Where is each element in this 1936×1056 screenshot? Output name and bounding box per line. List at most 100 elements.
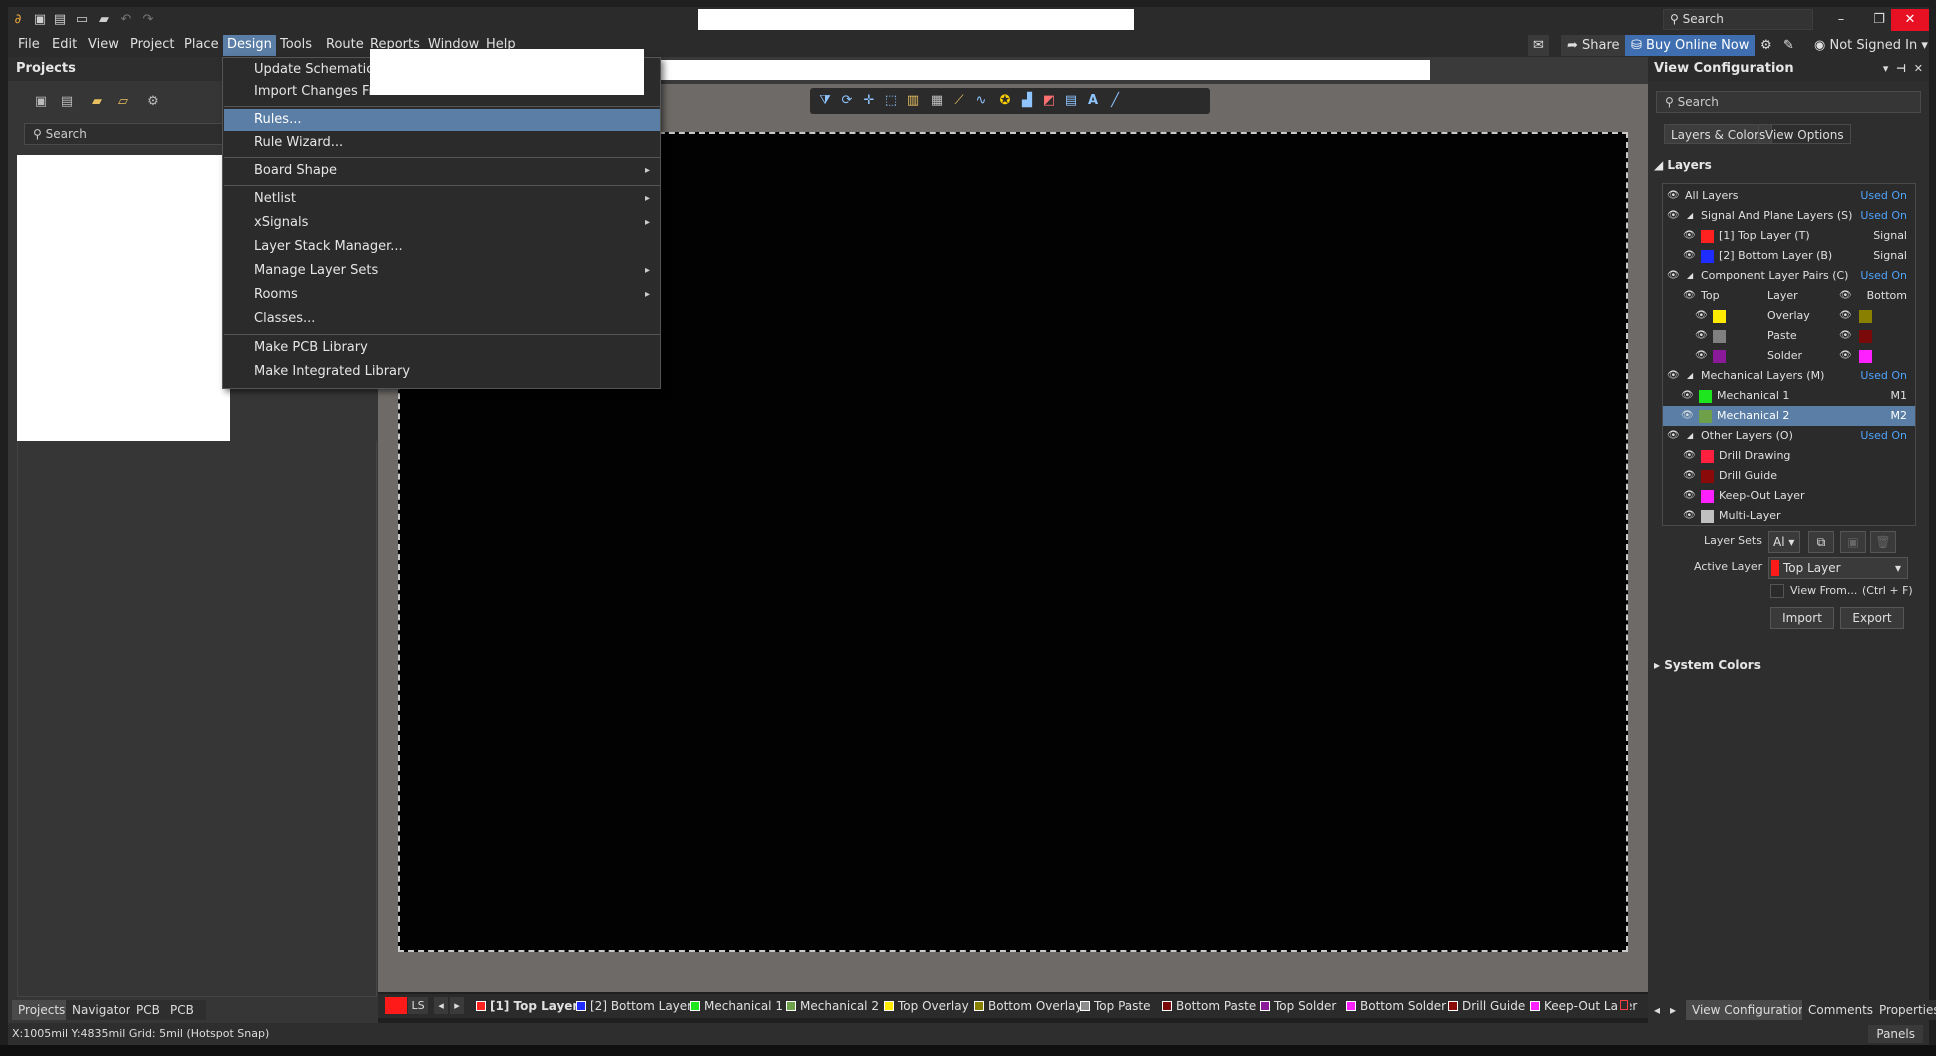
close-button[interactable]: ✕	[1891, 9, 1929, 31]
settings-gear-icon[interactable]: ⚙	[1760, 35, 1772, 56]
export-button[interactable]: Export	[1840, 607, 1904, 629]
menu-tools[interactable]: Tools	[276, 35, 316, 56]
eye-icon[interactable]: 👁	[1667, 206, 1680, 226]
view-config-search-input[interactable]: ⚲ Search	[1656, 91, 1921, 113]
menu-project[interactable]: Project	[126, 35, 178, 56]
eye-icon[interactable]: 👁	[1683, 466, 1696, 486]
menu-item-netlist[interactable]: Netlist ▸	[224, 188, 660, 210]
tab-navigator[interactable]: Navigator	[66, 1000, 137, 1020]
used-on-link[interactable]: Used On	[1860, 206, 1907, 226]
save-all-icon[interactable]: ▤	[52, 12, 68, 28]
interactive-route-icon[interactable]: ⟋	[950, 92, 968, 110]
layer-color-swatch[interactable]	[1701, 490, 1714, 503]
menu-design[interactable]: Design	[223, 35, 276, 56]
open-project-folder-icon[interactable]: ▰	[88, 93, 106, 111]
menu-item-manage-layer-sets[interactable]: Manage Layer Sets ▸	[224, 260, 660, 282]
row-component-layer-pairs[interactable]: 👁 ◢ Component Layer Pairs (C) Used On	[1663, 266, 1915, 286]
component-icon[interactable]: ▦	[928, 92, 946, 110]
chevron-left-icon[interactable]: ◂	[434, 997, 448, 1014]
active-layer-dropdown[interactable]: Top Layer ▾	[1768, 557, 1908, 579]
tab-pcb-filter[interactable]: PCB Filter	[164, 1000, 206, 1037]
layer-tab-top-overlay[interactable]: Top Overlay	[882, 997, 969, 1015]
eye-icon[interactable]: 👁	[1667, 186, 1680, 206]
polygon-icon[interactable]: ▟	[1018, 92, 1036, 110]
eye-icon[interactable]: 👁	[1839, 326, 1852, 346]
layer-color-swatch[interactable]	[1701, 470, 1714, 483]
used-on-link[interactable]: Used On	[1860, 186, 1907, 206]
notifications-icon[interactable]: ✉	[1528, 35, 1549, 56]
menu-item-rooms[interactable]: Rooms ▸	[224, 284, 660, 306]
tab-properties[interactable]: Properties	[1873, 1000, 1936, 1020]
layers-section-header[interactable]: ◢ Layers	[1654, 157, 1712, 173]
menu-route[interactable]: Route	[322, 35, 368, 56]
tab-view-configuration[interactable]: View Configuration	[1686, 1000, 1812, 1020]
collapse-arrow-icon[interactable]: ◢	[1687, 266, 1693, 286]
gear-icon[interactable]: ⚙	[144, 93, 162, 111]
line-icon[interactable]: ╱	[1106, 92, 1124, 110]
account-menu[interactable]: ◉ Not Signed In ▾	[1814, 35, 1928, 56]
row-keep-out-layer[interactable]: 👁 Keep-Out Layer	[1663, 486, 1915, 506]
layer-tab-bottom-overlay[interactable]: Bottom Overlay	[972, 997, 1082, 1015]
eye-icon[interactable]: 👁	[1683, 446, 1696, 466]
row-drill-drawing[interactable]: 👁 Drill Drawing	[1663, 446, 1915, 466]
top-solder-swatch[interactable]	[1713, 350, 1726, 363]
text-icon[interactable]: A	[1084, 92, 1102, 110]
open-project-icon[interactable]: ▰	[96, 12, 112, 28]
row-mechanical-2[interactable]: 👁 Mechanical 2 M2	[1663, 406, 1915, 426]
eye-icon[interactable]: 👁	[1839, 286, 1852, 306]
dimension-icon[interactable]: ◩	[1040, 92, 1058, 110]
collapse-arrow-icon[interactable]: ◢	[1687, 206, 1693, 226]
menu-item-layer-stack-manager[interactable]: Layer Stack Manager...	[224, 236, 660, 258]
layer-tab-bottom-paste[interactable]: Bottom Paste	[1160, 997, 1256, 1015]
delete-layer-set-icon[interactable]: 🗑	[1870, 531, 1896, 553]
layer-color-swatch[interactable]	[1699, 410, 1712, 423]
route-icon[interactable]: ⟳	[838, 92, 856, 110]
used-on-link[interactable]: Used On	[1860, 366, 1907, 386]
eye-icon[interactable]: 👁	[1681, 406, 1694, 426]
minimize-button[interactable]: –	[1822, 9, 1860, 31]
menu-item-rules[interactable]: Rules...	[224, 109, 660, 131]
share-button[interactable]: ➦ Share	[1561, 35, 1626, 56]
menu-item-board-shape[interactable]: Board Shape ▸	[224, 160, 660, 182]
layer-sets-button[interactable]: LS	[408, 997, 428, 1014]
layer-sets-dropdown[interactable]: Al ▾	[1768, 531, 1800, 553]
eye-icon[interactable]: 👁	[1667, 426, 1680, 446]
layer-color-swatch[interactable]	[1701, 250, 1714, 263]
eye-icon[interactable]: 👁	[1667, 366, 1680, 386]
layer-color-swatch[interactable]	[1701, 510, 1714, 523]
save-layer-set-icon[interactable]: ▣	[1840, 531, 1866, 553]
tab-projects[interactable]: Projects	[12, 1000, 72, 1020]
open-folder-icon[interactable]: ▭	[74, 12, 90, 28]
preferences-icon[interactable]: ✎	[1783, 35, 1794, 56]
chevron-right-icon[interactable]: ▸	[1664, 1000, 1683, 1020]
align-icon[interactable]: ▥	[904, 92, 922, 110]
layer-tab-top-solder[interactable]: Top Solder	[1258, 997, 1336, 1015]
bottom-overlay-swatch[interactable]	[1859, 310, 1872, 323]
row-top-layer[interactable]: 👁 [1] Top Layer (T) Signal	[1663, 226, 1915, 246]
pad-icon[interactable]: ✪	[996, 92, 1014, 110]
undo-icon[interactable]: ↶	[118, 12, 134, 28]
global-search-input[interactable]: ⚲ Search	[1663, 9, 1813, 30]
menu-view[interactable]: View	[84, 35, 123, 56]
menu-item-make-pcb-library[interactable]: Make PCB Library	[224, 337, 660, 359]
view-from-checkbox[interactable]	[1770, 584, 1784, 598]
layer-color-swatch[interactable]	[1699, 390, 1712, 403]
layer-tab-top-paste[interactable]: Top Paste	[1078, 997, 1150, 1015]
row-mechanical-1[interactable]: 👁 Mechanical 1 M1	[1663, 386, 1915, 406]
row-all-layers[interactable]: 👁 All Layers Used On	[1663, 186, 1915, 206]
used-on-link[interactable]: Used On	[1860, 426, 1907, 446]
menu-file[interactable]: File	[14, 35, 44, 56]
eye-icon[interactable]: 👁	[1683, 286, 1696, 306]
layer-tab-mechanical-1[interactable]: Mechanical 1	[688, 997, 783, 1015]
bottom-solder-swatch[interactable]	[1859, 350, 1872, 363]
import-button[interactable]: Import	[1770, 607, 1834, 629]
row-signal-plane-layers[interactable]: 👁 ◢ Signal And Plane Layers (S) Used On	[1663, 206, 1915, 226]
document-tab[interactable]	[654, 60, 1430, 80]
save-all-documents-icon[interactable]: ▤	[58, 93, 76, 111]
row-drill-guide[interactable]: 👁 Drill Guide	[1663, 466, 1915, 486]
menu-item-xsignals[interactable]: xSignals ▸	[224, 212, 660, 234]
redo-icon[interactable]: ↷	[140, 12, 156, 28]
panels-button[interactable]: Panels	[1868, 1025, 1923, 1043]
layer-tab-top-layer[interactable]: [1] Top Layer	[474, 997, 578, 1015]
layer-tab-bottom-solder[interactable]: Bottom Solder	[1344, 997, 1446, 1015]
